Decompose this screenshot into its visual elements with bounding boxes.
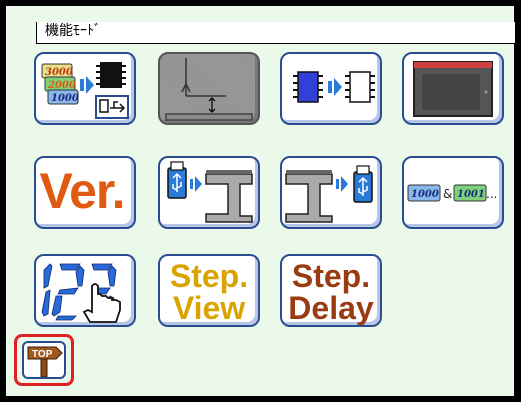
- display-panel-button[interactable]: [402, 52, 504, 125]
- svg-text:1000: 1000: [411, 189, 439, 200]
- device-frame: 機能ﾓｰﾄﾞ 3000 2000 1000 Ver. 1000 & 1001 .…: [0, 0, 521, 402]
- number-touch-icon: [41, 263, 121, 323]
- step-view-line1: Step.: [169, 258, 249, 294]
- step-view-button[interactable]: Step. View: [158, 254, 260, 327]
- step-delay-line1: Step.: [291, 258, 371, 294]
- top-label: TOP: [32, 349, 53, 360]
- svg-text:&: &: [443, 187, 452, 201]
- needle-height-button[interactable]: [158, 52, 260, 125]
- data-convert-button[interactable]: 1000 & 1001 ...: [402, 156, 504, 229]
- svg-text:...: ...: [486, 187, 497, 201]
- step-delay-button[interactable]: Step. Delay: [280, 254, 382, 327]
- version-label: Ver.: [39, 163, 126, 219]
- svg-text:1001: 1001: [457, 189, 485, 200]
- usb-to-machine-icon: [167, 161, 253, 223]
- version-button[interactable]: Ver.: [34, 156, 136, 229]
- usb-to-machine-button[interactable]: [158, 156, 260, 229]
- svg-text:3000: 3000: [45, 67, 73, 78]
- step-delay-line2: Delay: [288, 290, 374, 326]
- step-view-label: Step. View: [160, 260, 258, 324]
- pattern-counter-usb-icon: 3000 2000 1000: [41, 62, 129, 119]
- needle-height-icon: [165, 58, 253, 121]
- screen: 機能ﾓｰﾄﾞ 3000 2000 1000 Ver. 1000 & 1001 .…: [4, 4, 516, 398]
- display-panel-icon: [413, 61, 493, 117]
- top-button[interactable]: TOP: [14, 334, 74, 386]
- svg-text:2000: 2000: [47, 80, 76, 91]
- machine-to-usb-icon: [285, 165, 373, 223]
- step-view-line2: View: [172, 290, 246, 326]
- pattern-counter-usb-button[interactable]: 3000 2000 1000: [34, 52, 136, 125]
- chip-copy-icon: [293, 71, 375, 103]
- machine-to-usb-button[interactable]: [280, 156, 382, 229]
- svg-text:1000: 1000: [51, 93, 79, 104]
- data-convert-icon: 1000 & 1001 ...: [407, 184, 497, 202]
- chip-copy-button[interactable]: [280, 52, 382, 125]
- step-delay-label: Step. Delay: [282, 260, 380, 324]
- title-bar: 機能ﾓｰﾄﾞ: [36, 22, 516, 44]
- page-title: 機能ﾓｰﾄﾞ: [45, 23, 101, 39]
- number-input-button[interactable]: [34, 254, 136, 327]
- top-signpost-icon: TOP: [22, 341, 66, 379]
